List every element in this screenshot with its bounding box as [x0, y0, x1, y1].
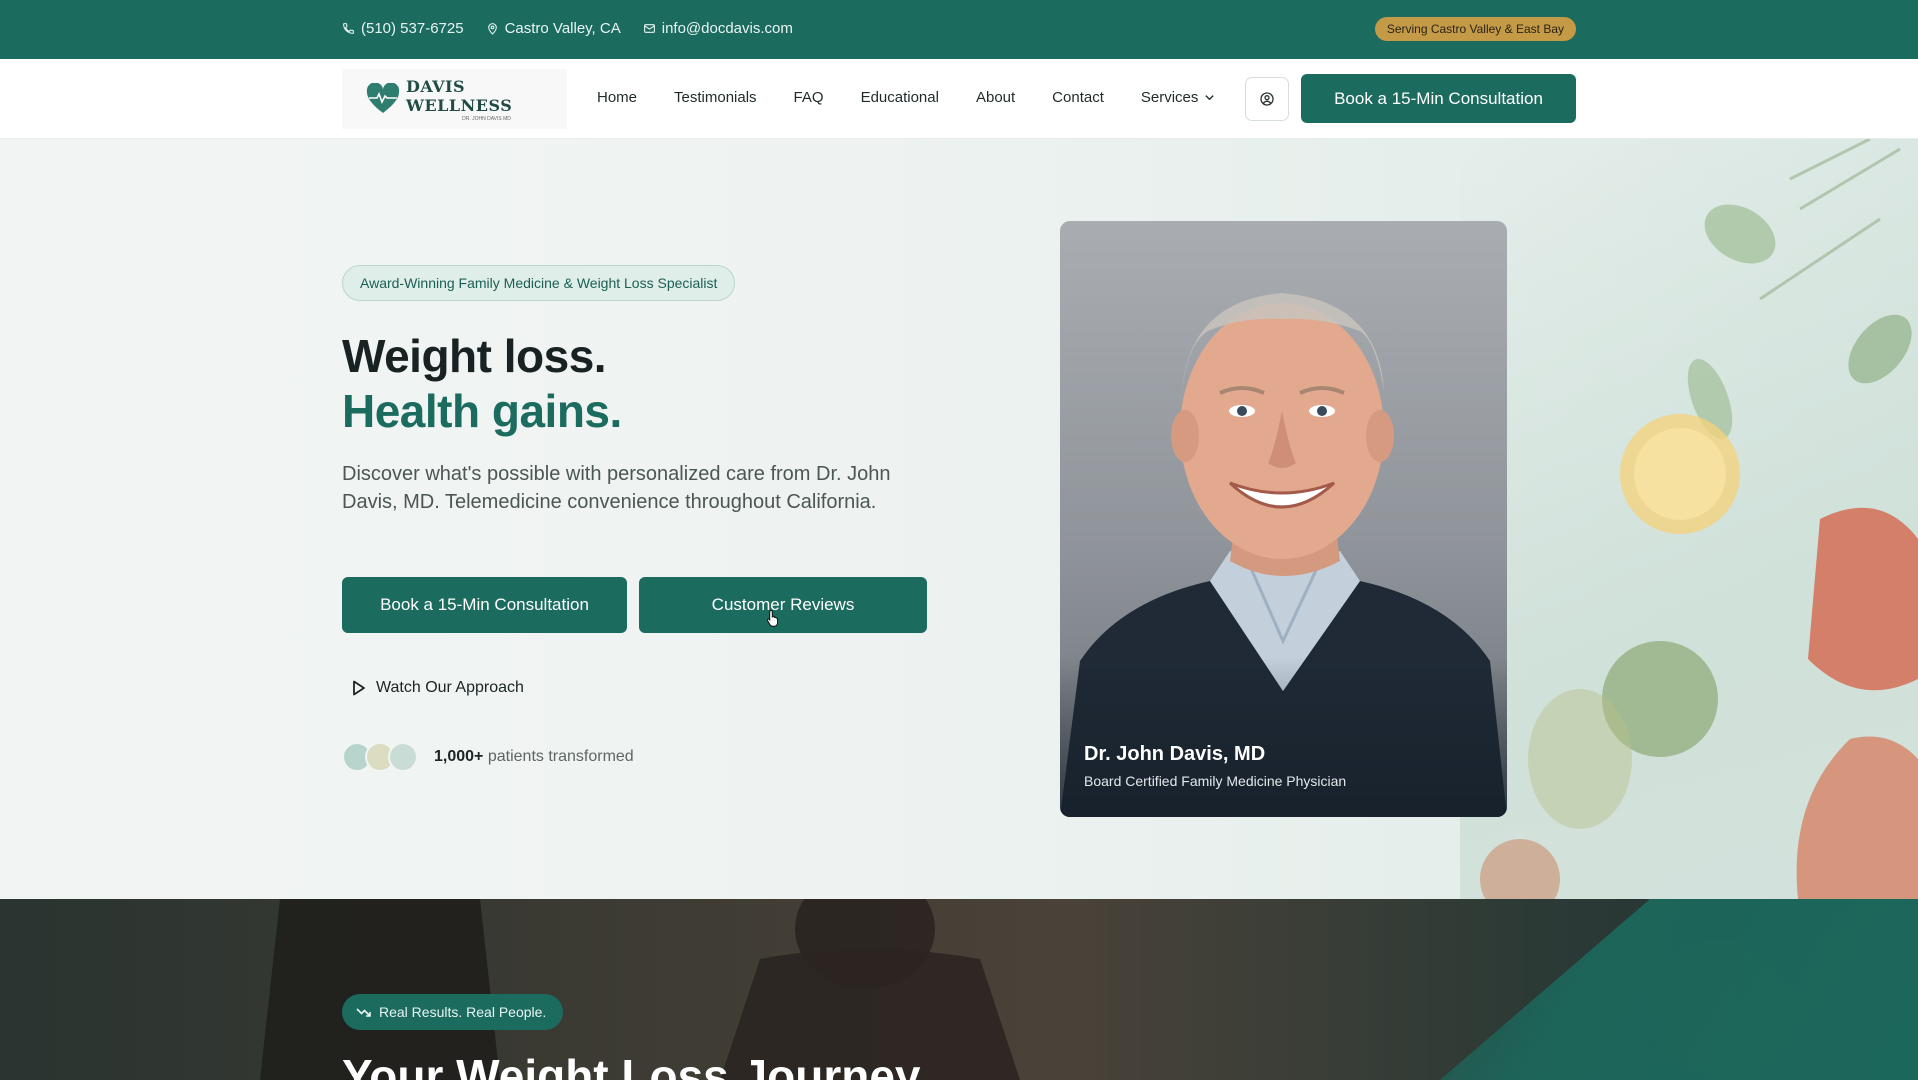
nav-link-educational[interactable]: Educational	[861, 89, 939, 106]
watch-approach-link[interactable]: Watch Our Approach	[352, 679, 524, 697]
results-badge-label: Real Results. Real People.	[379, 1004, 547, 1020]
doctor-name: Dr. John Davis, MD	[1084, 743, 1266, 765]
logo[interactable]: DAVIS WELLNESS DR. JOHN DAVIS MD	[342, 69, 567, 129]
nav-link-testimonials[interactable]: Testimonials	[674, 89, 757, 106]
hand-cursor-icon	[766, 609, 779, 627]
results-heading: Your Weight Loss Journey	[342, 1050, 921, 1080]
logo-name: DAVIS WELLNESS	[406, 76, 513, 115]
map-pin-icon	[487, 23, 497, 35]
email-text: info@docdavis.com	[661, 20, 793, 37]
hero-section: Award-Winning Family Medicine & Weight L…	[0, 139, 1918, 899]
chevron-down-icon	[1205, 95, 1215, 101]
nav-book-consultation-button[interactable]: Book a 15-Min Consultation	[1301, 74, 1576, 123]
logo-subtitle: DR. JOHN DAVIS MD	[462, 115, 511, 122]
user-circle-icon	[1260, 92, 1274, 106]
doctor-card: Dr. John Davis, MD Board Certified Famil…	[1060, 221, 1507, 817]
nav-link-faq[interactable]: FAQ	[794, 89, 824, 106]
nav-services-dropdown[interactable]: Services	[1141, 89, 1216, 106]
location-text: Castro Valley, CA	[504, 20, 621, 37]
nav-link-about[interactable]: About	[976, 89, 1015, 106]
patients-text: patients transformed	[487, 748, 634, 765]
avatar	[388, 742, 418, 772]
email-contact[interactable]: info@docdavis.com	[643, 20, 793, 37]
location-contact: Castro Valley, CA	[486, 20, 621, 37]
phone-contact[interactable]: (510) 537-6725	[342, 20, 464, 37]
card-gradient-overlay	[1060, 657, 1507, 817]
phone-icon	[343, 23, 354, 34]
services-label: Services	[1140, 89, 1199, 106]
account-button[interactable]	[1245, 77, 1289, 121]
watch-approach-label: Watch Our Approach	[376, 679, 524, 696]
results-section: Real Results. Real People. Your Weight L…	[0, 899, 1918, 1080]
hero-description: Discover what's possible with personaliz…	[342, 463, 891, 513]
patient-avatars	[342, 742, 418, 772]
play-icon	[353, 680, 365, 696]
patients-stat: 1,000+ patients transformed	[434, 748, 634, 766]
produce-background	[1460, 139, 1918, 899]
trending-icon	[356, 1008, 371, 1017]
nav-link-home[interactable]: Home	[597, 89, 637, 106]
mail-icon	[643, 24, 655, 33]
service-area-badge: Serving Castro Valley & East Bay	[1374, 17, 1576, 41]
hero-headline-line-1: Weight loss.	[342, 330, 607, 382]
heart-logo-icon	[366, 83, 400, 115]
contact-info: (510) 537-6725 Castro Valley, CA info@do…	[342, 20, 793, 37]
doctor-title: Board Certified Family Medicine Physicia…	[1084, 773, 1347, 789]
main-navigation: DAVIS WELLNESS DR. JOHN DAVIS MD Home Te…	[0, 59, 1918, 139]
book-consultation-button[interactable]: Book a 15-Min Consultation	[342, 577, 627, 633]
results-badge: Real Results. Real People.	[342, 994, 564, 1030]
phone-number: (510) 537-6725	[361, 20, 464, 37]
nav-links: Home Testimonials FAQ Educational About …	[597, 89, 1215, 106]
award-badge: Award-Winning Family Medicine & Weight L…	[342, 265, 736, 301]
produce-illustration	[1480, 139, 1918, 899]
customer-reviews-button[interactable]: Customer Reviews	[639, 577, 927, 633]
hero-headline-line-2: Health gains.	[342, 385, 622, 437]
top-contact-bar: (510) 537-6725 Castro Valley, CA info@do…	[0, 0, 1918, 59]
nav-link-contact[interactable]: Contact	[1052, 89, 1104, 106]
patients-count: 1,000+	[434, 748, 484, 765]
